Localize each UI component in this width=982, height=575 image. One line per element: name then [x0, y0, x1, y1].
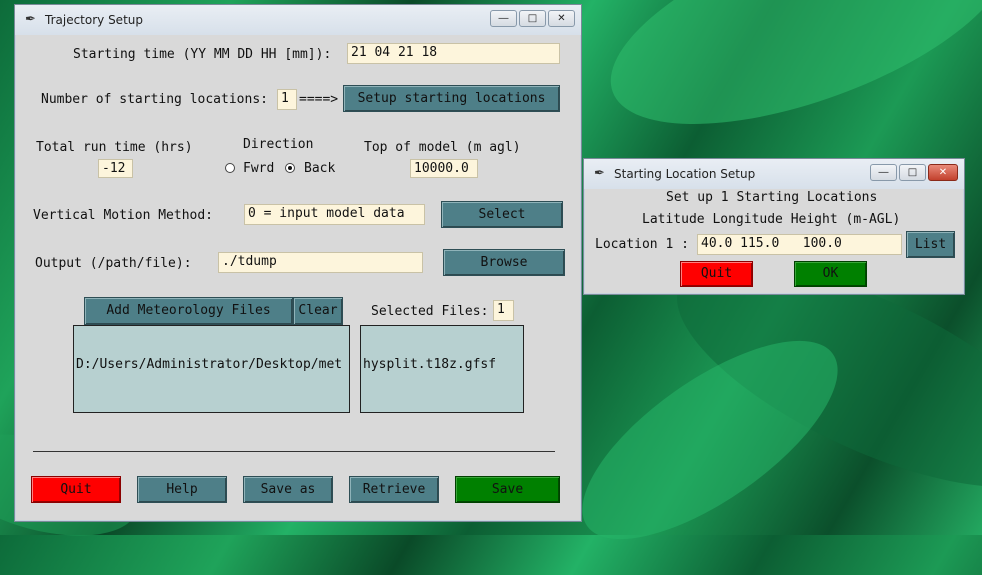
- starting-time-input[interactable]: 21 04 21 18: [347, 43, 560, 64]
- ok-button[interactable]: OK: [794, 261, 867, 287]
- met-directory-list[interactable]: D:/Users/Administrator/Desktop/met: [73, 325, 350, 413]
- feather-icon: ✒: [594, 166, 605, 181]
- back-label: Back: [304, 161, 336, 176]
- maximize-button[interactable]: □: [899, 164, 926, 181]
- vertical-motion-label: Vertical Motion Method:: [33, 208, 214, 223]
- browse-button[interactable]: Browse: [443, 249, 565, 276]
- top-model-label: Top of model (m agl): [364, 140, 521, 155]
- separator: [33, 451, 555, 452]
- save-as-button[interactable]: Save as: [243, 476, 333, 503]
- num-locations-input[interactable]: 1: [277, 89, 297, 110]
- save-button[interactable]: Save: [455, 476, 560, 503]
- top-model-input[interactable]: 10000.0: [410, 159, 478, 178]
- quit-button[interactable]: Quit: [31, 476, 121, 503]
- close-button[interactable]: ✕: [548, 10, 575, 27]
- output-label: Output (/path/file):: [35, 256, 192, 271]
- minimize-button[interactable]: ―: [490, 10, 517, 27]
- starting-time-label: Starting time (YY MM DD HH [mm]):: [73, 47, 332, 62]
- add-meteorology-button[interactable]: Add Meteorology Files: [84, 297, 293, 325]
- minimize-button[interactable]: ―: [870, 164, 897, 181]
- run-time-input[interactable]: -12: [98, 159, 133, 178]
- list-item[interactable]: D:/Users/Administrator/Desktop/met: [76, 357, 347, 372]
- location-1-label: Location 1 :: [595, 237, 689, 252]
- titlebar[interactable]: ✒ Trajectory Setup ― □ ✕: [15, 5, 581, 35]
- help-button[interactable]: Help: [137, 476, 227, 503]
- fwrd-label: Fwrd: [243, 161, 275, 176]
- direction-label: Direction: [243, 137, 314, 152]
- list-button[interactable]: List: [906, 231, 955, 258]
- wallpaper-leaf: [585, 0, 982, 167]
- window-title: Trajectory Setup: [45, 13, 143, 27]
- trajectory-setup-window: ✒ Trajectory Setup ― □ ✕ Starting time (…: [14, 4, 582, 522]
- num-locations-label: Number of starting locations:: [41, 92, 268, 107]
- close-button[interactable]: ✕: [928, 164, 958, 181]
- arrow-text: ====>: [299, 92, 339, 107]
- feather-icon: ✒: [25, 12, 36, 27]
- output-path-input[interactable]: ./tdump: [218, 252, 423, 273]
- selected-files-label: Selected Files:: [371, 304, 489, 319]
- starting-location-window: ✒ Starting Location Setup ― □ ✕ Set up 1…: [583, 158, 965, 295]
- clear-button[interactable]: Clear: [293, 297, 343, 325]
- setup-locations-button[interactable]: Setup starting locations: [343, 85, 560, 112]
- back-radio[interactable]: [285, 163, 295, 173]
- titlebar[interactable]: ✒ Starting Location Setup ― □ ✕: [584, 159, 964, 189]
- run-time-label: Total run time (hrs): [36, 140, 193, 155]
- location-columns-header: Latitude Longitude Height (m-AGL): [642, 212, 901, 227]
- location-1-input[interactable]: 40.0 115.0 100.0: [697, 234, 902, 255]
- select-button[interactable]: Select: [441, 201, 563, 228]
- location-header: Set up 1 Starting Locations: [666, 190, 878, 205]
- window-title: Starting Location Setup: [614, 167, 756, 181]
- met-file-list[interactable]: hysplit.t18z.gfsf: [360, 325, 524, 413]
- retrieve-button[interactable]: Retrieve: [349, 476, 439, 503]
- selected-files-count[interactable]: 1: [493, 300, 514, 321]
- location-quit-button[interactable]: Quit: [680, 261, 753, 287]
- maximize-button[interactable]: □: [519, 10, 546, 27]
- vertical-motion-input[interactable]: 0 = input model data: [244, 204, 425, 225]
- fwrd-radio[interactable]: [225, 163, 235, 173]
- list-item[interactable]: hysplit.t18z.gfsf: [363, 357, 521, 372]
